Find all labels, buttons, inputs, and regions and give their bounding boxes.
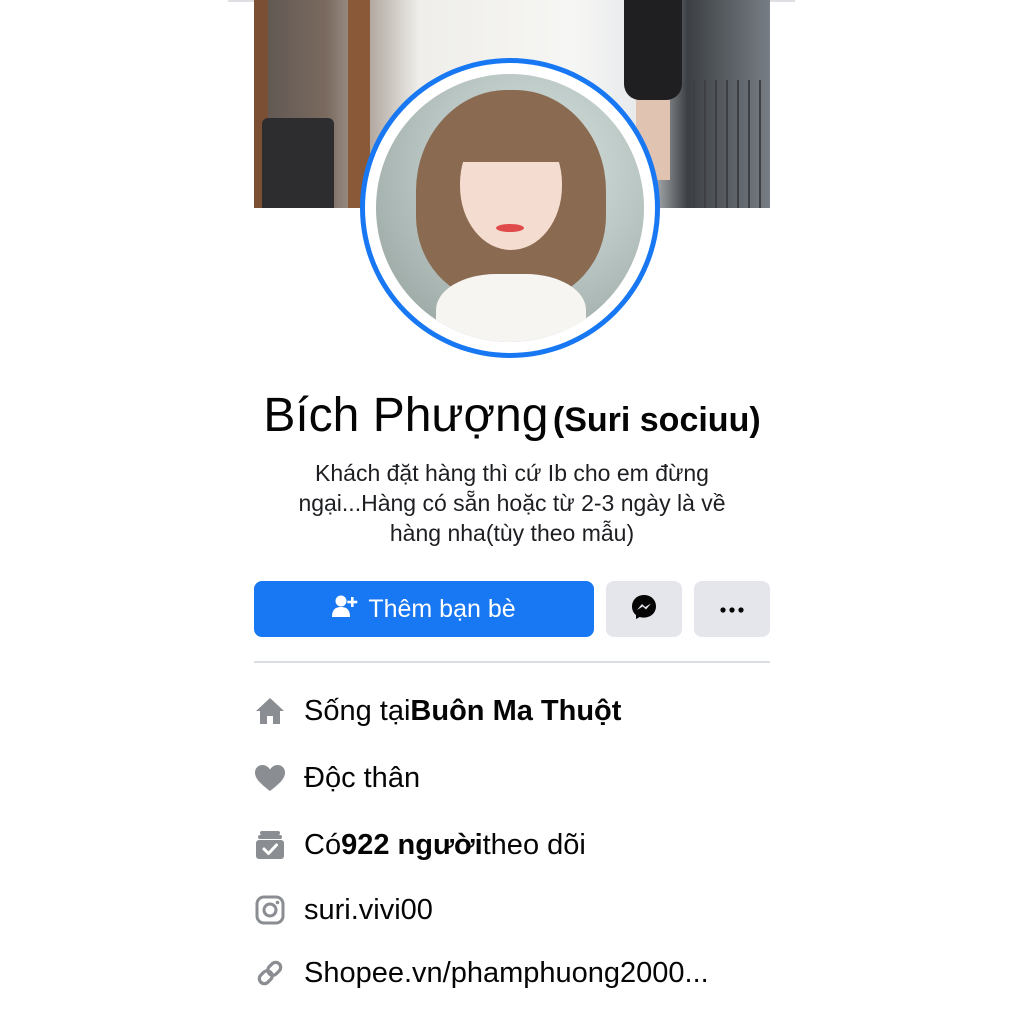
home-icon [254, 695, 286, 727]
info-relationship: Độc thân [254, 758, 420, 798]
info-website: Shopee.vn/phamphuong2000... [254, 953, 709, 993]
avatar-lips [496, 224, 524, 232]
lives-in-city[interactable]: Buôn Ma Thuột [410, 695, 621, 728]
add-friend-label: Thêm bạn bè [368, 594, 516, 623]
cover-photo-detail [624, 0, 682, 100]
messenger-icon [630, 593, 658, 626]
followers-prefix: Có [304, 828, 342, 861]
heart-icon [254, 762, 286, 794]
followers-count[interactable]: 922 người [341, 829, 483, 862]
followers-icon [254, 829, 286, 861]
profile-picture-image [376, 74, 644, 342]
profile-name-row: Bích Phượng (Suri sociuu) [0, 388, 1024, 443]
add-friend-button[interactable]: Thêm bạn bè [254, 581, 594, 637]
instagram-handle[interactable]: suri.vivi00 [304, 894, 433, 927]
cover-photo-detail [684, 80, 770, 208]
profile-bio: Khách đặt hàng thì cứ Ib cho em đừng ngạ… [298, 460, 726, 546]
instagram-icon [254, 894, 286, 926]
more-options-button[interactable] [694, 581, 770, 637]
info-followers: Có 922 người theo dõi [254, 825, 586, 865]
messenger-button[interactable] [606, 581, 682, 637]
profile-picture-border [365, 63, 655, 353]
relationship-status: Độc thân [304, 761, 421, 794]
profile-name: Bích Phượng [263, 389, 549, 442]
section-divider [254, 661, 770, 663]
more-icon [720, 600, 744, 618]
cover-photo-detail [262, 118, 334, 208]
avatar-bangs [454, 114, 570, 162]
website-link[interactable]: Shopee.vn/phamphuong2000... [304, 957, 709, 990]
info-instagram: suri.vivi00 [254, 890, 433, 930]
link-icon [254, 957, 286, 989]
add-friend-icon [332, 594, 358, 625]
followers-suffix: theo dõi [482, 828, 586, 861]
lives-in-prefix: Sống tại [304, 694, 411, 727]
avatar-shirt [436, 274, 586, 342]
profile-alternate-name: (Suri sociuu) [552, 401, 761, 439]
profile-picture[interactable] [360, 58, 660, 358]
info-lives-in: Sống tại Buôn Ma Thuột [254, 691, 621, 731]
